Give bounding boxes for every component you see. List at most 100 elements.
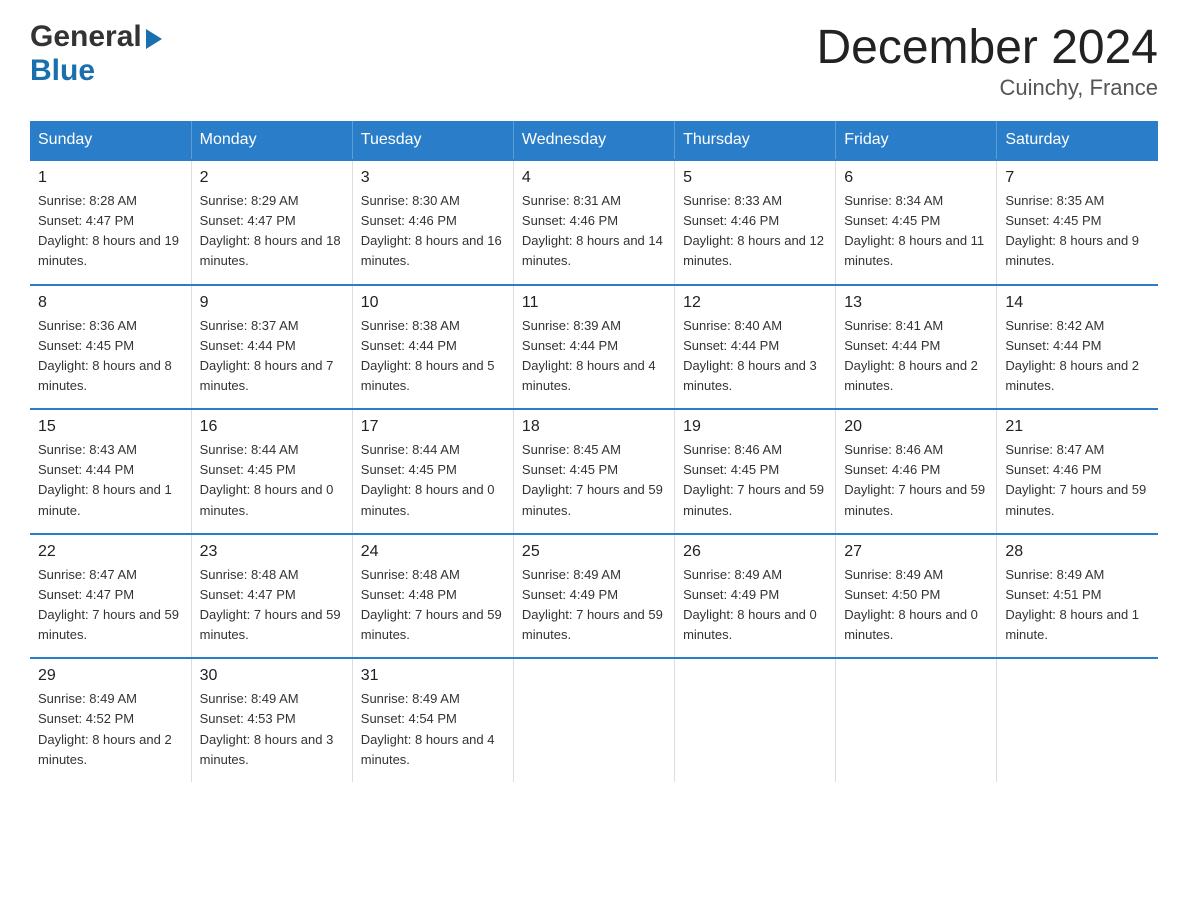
calendar-week-row: 15 Sunrise: 8:43 AMSunset: 4:44 PMDayligh… xyxy=(30,409,1158,534)
day-info: Sunrise: 8:36 AMSunset: 4:45 PMDaylight:… xyxy=(38,316,183,397)
calendar-cell: 6 Sunrise: 8:34 AMSunset: 4:45 PMDaylight… xyxy=(836,160,997,285)
day-info: Sunrise: 8:49 AMSunset: 4:54 PMDaylight:… xyxy=(361,689,505,770)
day-info: Sunrise: 8:41 AMSunset: 4:44 PMDaylight:… xyxy=(844,316,988,397)
day-info: Sunrise: 8:37 AMSunset: 4:44 PMDaylight:… xyxy=(200,316,344,397)
calendar-cell xyxy=(675,658,836,782)
day-info: Sunrise: 8:46 AMSunset: 4:46 PMDaylight:… xyxy=(844,440,988,521)
title-section: December 2024 Cuinchy, France xyxy=(816,20,1158,101)
calendar-cell: 20 Sunrise: 8:46 AMSunset: 4:46 PMDayligh… xyxy=(836,409,997,534)
col-tuesday: Tuesday xyxy=(352,121,513,160)
day-info: Sunrise: 8:46 AMSunset: 4:45 PMDaylight:… xyxy=(683,440,827,521)
day-number: 11 xyxy=(522,294,666,312)
day-info: Sunrise: 8:48 AMSunset: 4:47 PMDaylight:… xyxy=(200,565,344,646)
calendar-cell: 5 Sunrise: 8:33 AMSunset: 4:46 PMDaylight… xyxy=(675,160,836,285)
calendar-week-row: 29Sunrise: 8:49 AMSunset: 4:52 PMDayligh… xyxy=(30,658,1158,782)
day-number: 12 xyxy=(683,294,827,312)
day-number: 16 xyxy=(200,418,344,436)
calendar-cell: 4 Sunrise: 8:31 AMSunset: 4:46 PMDaylight… xyxy=(513,160,674,285)
day-number: 20 xyxy=(844,418,988,436)
col-saturday: Saturday xyxy=(997,121,1158,160)
day-number: 22 xyxy=(38,543,183,561)
calendar-cell: 8Sunrise: 8:36 AMSunset: 4:45 PMDaylight… xyxy=(30,285,191,410)
day-number: 13 xyxy=(844,294,988,312)
day-info: Sunrise: 8:49 AMSunset: 4:53 PMDaylight:… xyxy=(200,689,344,770)
day-number: 28 xyxy=(1005,543,1150,561)
day-info: Sunrise: 8:49 AMSunset: 4:52 PMDaylight:… xyxy=(38,689,183,770)
calendar-cell: 27 Sunrise: 8:49 AMSunset: 4:50 PMDayligh… xyxy=(836,534,997,659)
day-number: 2 xyxy=(200,169,344,187)
day-number: 10 xyxy=(361,294,505,312)
day-number: 15 xyxy=(38,418,183,436)
day-info: Sunrise: 8:44 AMSunset: 4:45 PMDaylight:… xyxy=(200,440,344,521)
calendar-cell xyxy=(513,658,674,782)
day-info: Sunrise: 8:28 AMSunset: 4:47 PMDaylight:… xyxy=(38,191,183,272)
col-friday: Friday xyxy=(836,121,997,160)
logo-blue-text: Blue xyxy=(30,54,95,87)
calendar-cell: 14 Sunrise: 8:42 AMSunset: 4:44 PMDayligh… xyxy=(997,285,1158,410)
calendar-cell: 9 Sunrise: 8:37 AMSunset: 4:44 PMDaylight… xyxy=(191,285,352,410)
col-thursday: Thursday xyxy=(675,121,836,160)
day-number: 30 xyxy=(200,667,344,685)
day-number: 3 xyxy=(361,169,505,187)
day-info: Sunrise: 8:35 AMSunset: 4:45 PMDaylight:… xyxy=(1005,191,1150,272)
calendar-cell: 31Sunrise: 8:49 AMSunset: 4:54 PMDayligh… xyxy=(352,658,513,782)
col-wednesday: Wednesday xyxy=(513,121,674,160)
day-info: Sunrise: 8:49 AMSunset: 4:49 PMDaylight:… xyxy=(683,565,827,646)
day-info: Sunrise: 8:42 AMSunset: 4:44 PMDaylight:… xyxy=(1005,316,1150,397)
day-info: Sunrise: 8:44 AMSunset: 4:45 PMDaylight:… xyxy=(361,440,505,521)
page-header: General Blue December 2024 Cuinchy, Fran… xyxy=(30,20,1158,101)
calendar-cell: 23 Sunrise: 8:48 AMSunset: 4:47 PMDayligh… xyxy=(191,534,352,659)
calendar-cell: 13 Sunrise: 8:41 AMSunset: 4:44 PMDayligh… xyxy=(836,285,997,410)
day-number: 17 xyxy=(361,418,505,436)
calendar-cell: 17 Sunrise: 8:44 AMSunset: 4:45 PMDayligh… xyxy=(352,409,513,534)
day-info: Sunrise: 8:49 AMSunset: 4:51 PMDaylight:… xyxy=(1005,565,1150,646)
calendar-header-row: Sunday Monday Tuesday Wednesday Thursday… xyxy=(30,121,1158,160)
page-subtitle: Cuinchy, France xyxy=(816,75,1158,101)
day-number: 27 xyxy=(844,543,988,561)
day-number: 14 xyxy=(1005,294,1150,312)
calendar-cell: 30 Sunrise: 8:49 AMSunset: 4:53 PMDayligh… xyxy=(191,658,352,782)
day-info: Sunrise: 8:49 AMSunset: 4:50 PMDaylight:… xyxy=(844,565,988,646)
calendar-cell: 19Sunrise: 8:46 AMSunset: 4:45 PMDayligh… xyxy=(675,409,836,534)
day-number: 18 xyxy=(522,418,666,436)
day-number: 25 xyxy=(522,543,666,561)
calendar-cell: 3 Sunrise: 8:30 AMSunset: 4:46 PMDaylight… xyxy=(352,160,513,285)
day-info: Sunrise: 8:48 AMSunset: 4:48 PMDaylight:… xyxy=(361,565,505,646)
day-number: 26 xyxy=(683,543,827,561)
col-monday: Monday xyxy=(191,121,352,160)
day-info: Sunrise: 8:34 AMSunset: 4:45 PMDaylight:… xyxy=(844,191,988,272)
day-info: Sunrise: 8:40 AMSunset: 4:44 PMDaylight:… xyxy=(683,316,827,397)
day-info: Sunrise: 8:47 AMSunset: 4:46 PMDaylight:… xyxy=(1005,440,1150,521)
calendar-cell: 2 Sunrise: 8:29 AMSunset: 4:47 PMDaylight… xyxy=(191,160,352,285)
calendar-week-row: 22 Sunrise: 8:47 AMSunset: 4:47 PMDayligh… xyxy=(30,534,1158,659)
day-info: Sunrise: 8:33 AMSunset: 4:46 PMDaylight:… xyxy=(683,191,827,272)
calendar-cell: 26 Sunrise: 8:49 AMSunset: 4:49 PMDayligh… xyxy=(675,534,836,659)
day-number: 6 xyxy=(844,169,988,187)
day-info: Sunrise: 8:39 AMSunset: 4:44 PMDaylight:… xyxy=(522,316,666,397)
day-info: Sunrise: 8:38 AMSunset: 4:44 PMDaylight:… xyxy=(361,316,505,397)
calendar-cell: 16 Sunrise: 8:44 AMSunset: 4:45 PMDayligh… xyxy=(191,409,352,534)
day-info: Sunrise: 8:30 AMSunset: 4:46 PMDaylight:… xyxy=(361,191,505,272)
calendar-cell xyxy=(836,658,997,782)
day-number: 9 xyxy=(200,294,344,312)
calendar-cell: 22 Sunrise: 8:47 AMSunset: 4:47 PMDayligh… xyxy=(30,534,191,659)
day-info: Sunrise: 8:43 AMSunset: 4:44 PMDaylight:… xyxy=(38,440,183,521)
calendar-cell: 21 Sunrise: 8:47 AMSunset: 4:46 PMDayligh… xyxy=(997,409,1158,534)
day-number: 4 xyxy=(522,169,666,187)
calendar-week-row: 1 Sunrise: 8:28 AMSunset: 4:47 PMDaylight… xyxy=(30,160,1158,285)
day-number: 5 xyxy=(683,169,827,187)
day-info: Sunrise: 8:31 AMSunset: 4:46 PMDaylight:… xyxy=(522,191,666,272)
day-number: 23 xyxy=(200,543,344,561)
day-number: 21 xyxy=(1005,418,1150,436)
day-info: Sunrise: 8:29 AMSunset: 4:47 PMDaylight:… xyxy=(200,191,344,272)
logo: General Blue xyxy=(30,20,162,88)
calendar-cell: 1 Sunrise: 8:28 AMSunset: 4:47 PMDaylight… xyxy=(30,160,191,285)
calendar-cell: 7 Sunrise: 8:35 AMSunset: 4:45 PMDaylight… xyxy=(997,160,1158,285)
day-number: 1 xyxy=(38,169,183,187)
calendar-week-row: 8Sunrise: 8:36 AMSunset: 4:45 PMDaylight… xyxy=(30,285,1158,410)
day-info: Sunrise: 8:47 AMSunset: 4:47 PMDaylight:… xyxy=(38,565,183,646)
calendar-cell: 24Sunrise: 8:48 AMSunset: 4:48 PMDayligh… xyxy=(352,534,513,659)
day-number: 7 xyxy=(1005,169,1150,187)
calendar-cell: 29Sunrise: 8:49 AMSunset: 4:52 PMDayligh… xyxy=(30,658,191,782)
calendar-cell: 15 Sunrise: 8:43 AMSunset: 4:44 PMDayligh… xyxy=(30,409,191,534)
